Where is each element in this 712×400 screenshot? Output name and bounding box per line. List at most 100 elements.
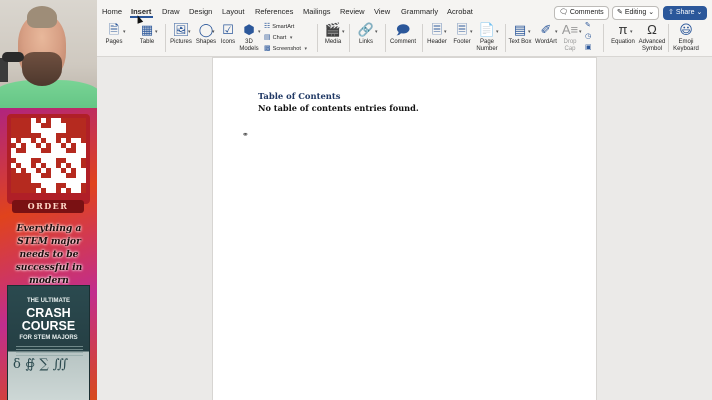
footer-button-label: Footer — [453, 39, 471, 45]
share-icon: ⇧ — [668, 9, 674, 16]
tab-layout[interactable]: Layout — [222, 4, 245, 20]
omega-icon: Ω — [647, 22, 657, 37]
chevron-down-icon[interactable]: ▾ — [496, 29, 499, 35]
pages-button[interactable]: 🗎 Pages — [103, 22, 125, 46]
links-button-label: Links — [358, 39, 373, 45]
comments-button-label: Comments — [569, 9, 604, 16]
chevron-down-icon[interactable]: ▾ — [258, 29, 261, 35]
chart-button[interactable]: ▤ Chart ▾ — [264, 34, 292, 42]
drop-cap-button[interactable]: A≡ Drop Cap — [560, 22, 580, 53]
stream-overlay-sidebar: ORDER Everything a STEM major needs to b… — [0, 0, 97, 400]
share-button[interactable]: ⇧ Share ⌄ — [663, 6, 708, 20]
book-cover-subtitle: FOR STEM MAJORS — [19, 335, 78, 341]
pages-icon: 🗎 — [108, 22, 120, 37]
chevron-down-icon[interactable]: ▾ — [528, 29, 531, 35]
chevron-down-icon[interactable]: ▾ — [212, 29, 215, 35]
media-icon: 🎬 — [324, 22, 342, 37]
ribbon-separator — [165, 24, 166, 52]
document-page[interactable]: Table of Contents No table of contents e… — [213, 58, 596, 400]
comments-button[interactable]: 🗨 Comments — [554, 6, 609, 20]
toc-empty-message[interactable]: No table of contents entries found. — [258, 103, 419, 113]
tab-view[interactable]: View — [374, 4, 390, 20]
emoji-icon: 😃 — [679, 22, 693, 37]
editing-mode-button[interactable]: ✎ Editing ⌄ — [612, 6, 660, 20]
word-window: Home Insert Draw Design Layout Reference… — [97, 0, 712, 400]
chevron-down-icon[interactable]: ▾ — [630, 29, 633, 35]
chevron-down-icon[interactable]: ▾ — [155, 29, 158, 35]
toc-heading[interactable]: Table of Contents — [258, 91, 340, 101]
tab-home[interactable]: Home — [102, 4, 122, 20]
tab-acrobat[interactable]: Acrobat — [447, 4, 473, 20]
text-box-button-label: Text Box — [508, 39, 532, 45]
object-icon[interactable]: ▣ — [585, 44, 594, 52]
book-cover-title: CRASH COURSE — [21, 306, 76, 333]
advanced-symbol-button-label: Advanced Symbol — [638, 39, 666, 52]
header-button-label: Header — [427, 39, 447, 45]
tab-review[interactable]: Review — [340, 4, 365, 20]
webcam-feed — [0, 0, 97, 108]
book-cover-math-glyphs: δ ∯ ∑ ∭ — [13, 357, 69, 372]
tab-references[interactable]: References — [255, 4, 293, 20]
links-button[interactable]: 🔗 Links — [355, 22, 377, 46]
book-cover: THE ULTIMATE CRASH COURSE FOR STEM MAJOR… — [7, 285, 90, 400]
chevron-down-icon[interactable]: ▾ — [188, 29, 191, 35]
ribbon: Home Insert Draw Design Layout Reference… — [97, 0, 712, 57]
chevron-down-icon[interactable]: ▾ — [123, 29, 126, 35]
media-button[interactable]: 🎬 Media — [322, 22, 344, 46]
chevron-down-icon[interactable]: ▾ — [444, 29, 447, 35]
smartart-button[interactable]: ☷ SmartArt — [264, 23, 294, 31]
ribbon-separator — [505, 24, 506, 52]
page-number-button[interactable]: 📄 Page Number — [475, 22, 499, 53]
screenshot-button[interactable]: ▩ Screenshot ▾ — [264, 45, 307, 53]
page-number-button-label: Page Number — [476, 39, 498, 52]
table-button-label: Table — [139, 39, 155, 45]
chevron-down-icon: ⌄ — [648, 9, 655, 16]
signature-line-icon[interactable]: ✎ — [585, 22, 593, 30]
drag-move-icon: ⚭ — [242, 130, 249, 139]
book-cover-line1: THE ULTIMATE — [26, 298, 71, 304]
advanced-symbol-button[interactable]: Ω Advanced Symbol — [638, 22, 666, 53]
qr-code-card — [7, 114, 90, 204]
comment-button[interactable]: 🗩 Comment — [389, 22, 417, 46]
comment-button-label: Comment — [389, 39, 416, 45]
qr-order-label: ORDER — [12, 200, 84, 213]
link-icon: 🔗 — [357, 22, 375, 37]
chevron-down-icon[interactable]: ▾ — [579, 29, 582, 35]
chevron-down-icon[interactable]: ▾ — [470, 29, 473, 35]
tab-grammarly[interactable]: Grammarly — [401, 4, 438, 20]
drop-cap-button-label: Drop Cap — [563, 39, 577, 52]
pencil-icon: ✎ — [617, 9, 623, 16]
wordart-button-label: WordArt — [535, 39, 557, 45]
smartart-button-label: SmartArt — [272, 24, 295, 30]
shapes-button-label: Shapes — [195, 39, 217, 45]
chevron-down-icon[interactable]: ▾ — [555, 29, 558, 35]
ribbon-separator — [422, 24, 423, 52]
microphone-icon — [2, 52, 24, 62]
comment-icon: 🗨 — [559, 9, 568, 16]
tab-mailings[interactable]: Mailings — [303, 4, 331, 20]
3d-models-button[interactable]: ⬢ 3D Models — [238, 22, 260, 53]
chevron-down-icon: ▾ — [304, 46, 307, 52]
chevron-down-icon: ⌄ — [696, 9, 703, 16]
ribbon-separator — [317, 24, 318, 52]
chevron-down-icon[interactable]: ▾ — [375, 29, 378, 35]
pictures-button-label: Pictures — [170, 39, 192, 45]
smartart-icon: ☷ — [264, 23, 271, 30]
pages-button-label: Pages — [105, 39, 123, 45]
share-button-label: Share — [675, 9, 695, 16]
icons-button-label: Icons — [220, 39, 236, 45]
tab-draw[interactable]: Draw — [162, 4, 180, 20]
chevron-down-icon[interactable]: ▾ — [342, 29, 345, 35]
media-button-label: Media — [324, 39, 342, 45]
chart-button-label: Chart — [272, 35, 287, 41]
icons-button[interactable]: ☑ Icons — [219, 22, 237, 46]
tab-design[interactable]: Design — [189, 4, 212, 20]
emoji-keyboard-button[interactable]: 😃 Emoji Keyboard — [672, 22, 700, 53]
3d-models-button-label: 3D Models — [239, 39, 259, 52]
ribbon-separator — [668, 24, 669, 52]
ribbon-separator — [603, 24, 604, 52]
drop-cap-icon: A≡ — [561, 22, 579, 37]
ribbon-separator — [385, 24, 386, 52]
chevron-down-icon: ▾ — [289, 35, 293, 41]
date-time-icon[interactable]: ◷ — [585, 33, 593, 41]
